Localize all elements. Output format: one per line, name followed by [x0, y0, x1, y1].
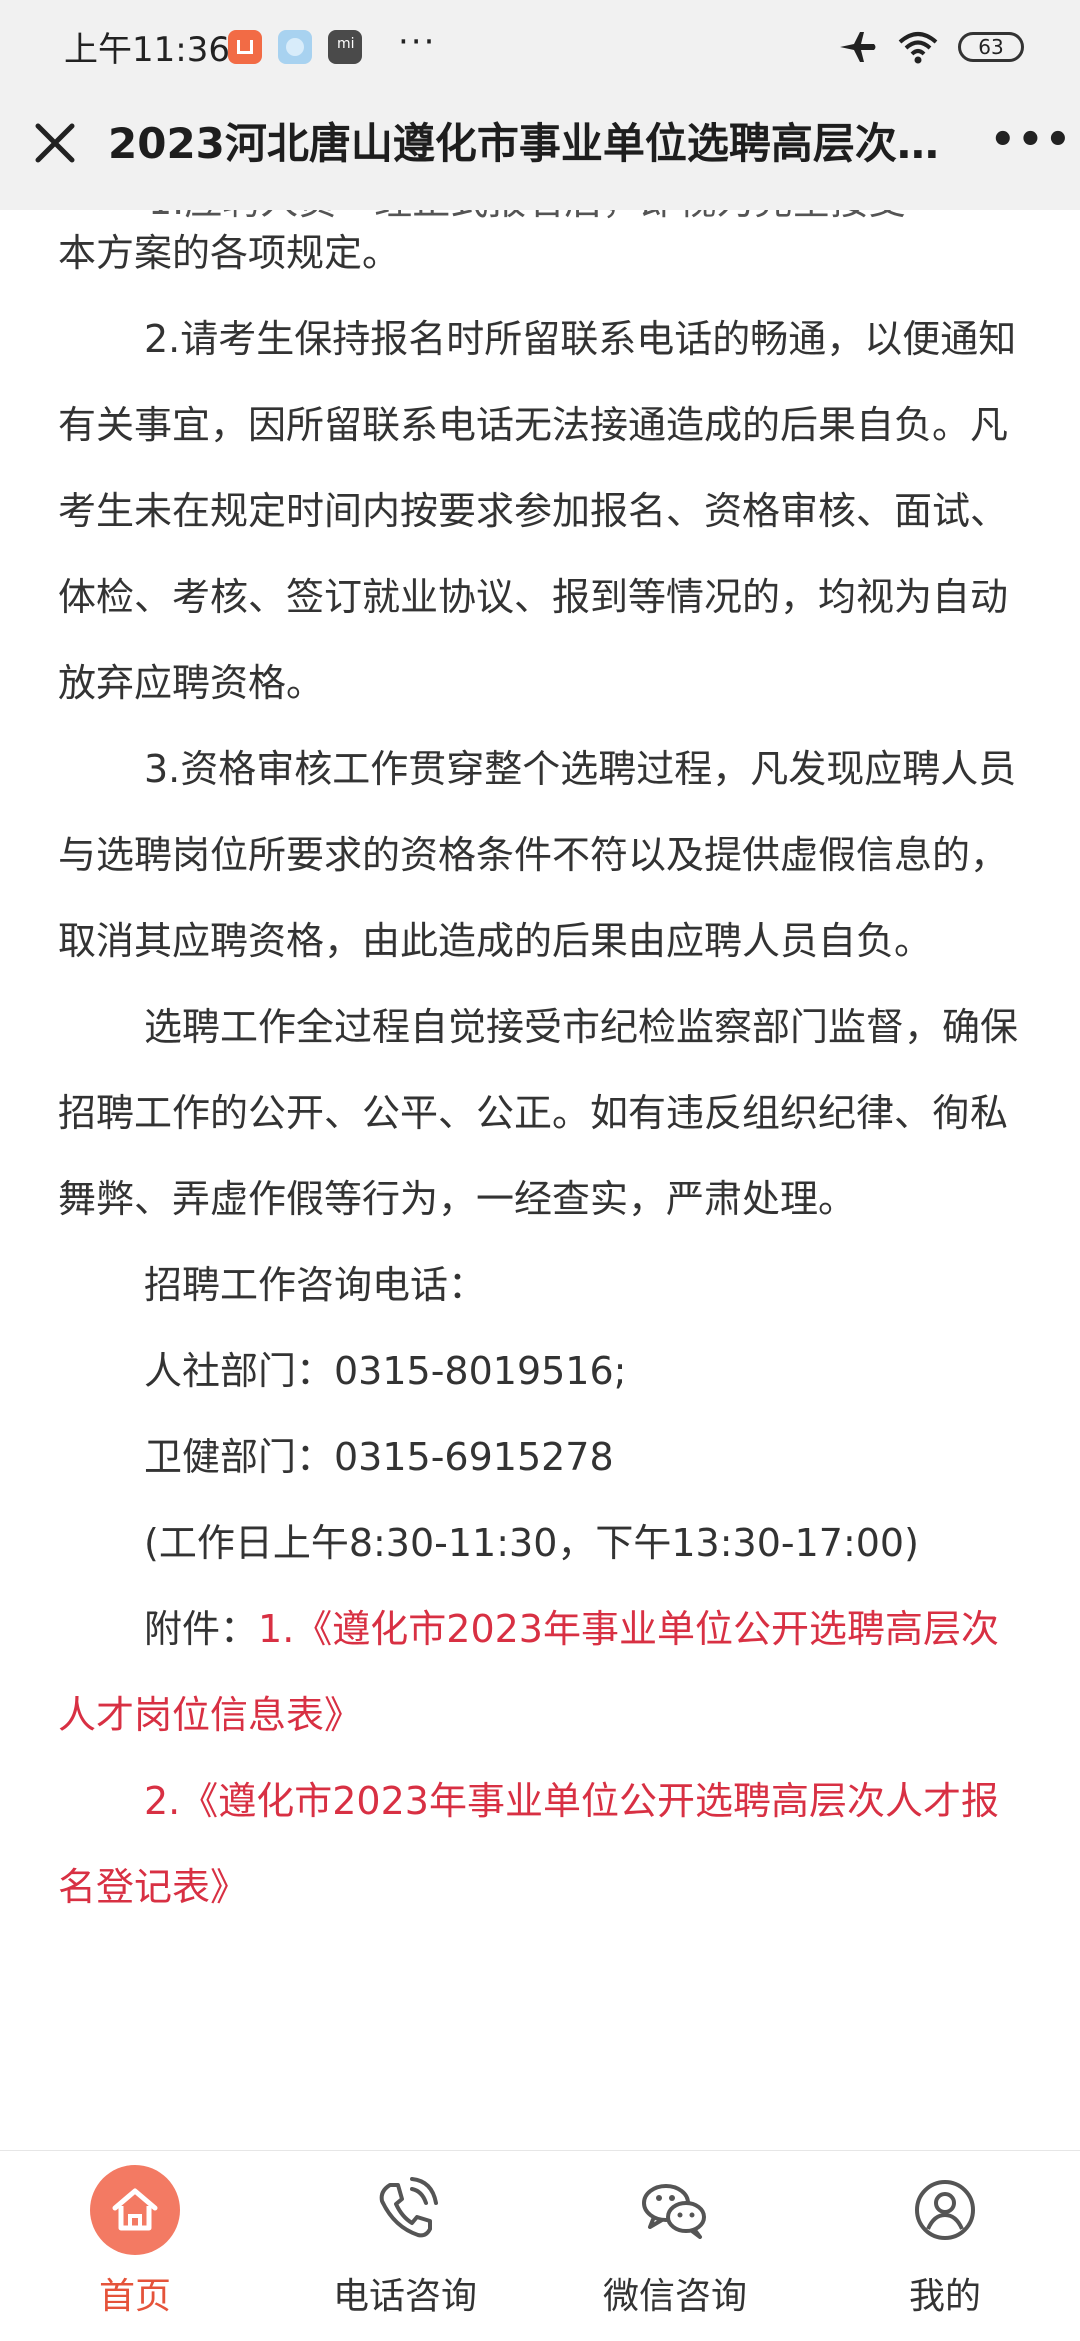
working-hours: (工作日上午8:30-11:30，下午13:30-17:00): [144, 1521, 919, 1565]
attachment-label: 附件：: [144, 1607, 259, 1651]
title-bar: 2023河北唐山遵化市事业单位选聘高层次人才公告 •••: [0, 96, 1080, 210]
paragraph: 3.资格审核工作贯穿整个选聘过程，凡发现应聘人员与选聘岗位所要求的资格条件不符以…: [58, 747, 1017, 963]
wechat-icon: [630, 2165, 720, 2255]
attachment-line: 2.《遵化市2023年事业单位公开选聘高层次人才报名登记表》: [58, 1758, 1020, 1930]
wifi-icon: [898, 32, 938, 64]
paragraph: 选聘工作全过程自觉接受市纪检监察部门监督，确保招聘工作的公开、公平、公正。如有违…: [58, 1005, 1019, 1221]
more-options-button[interactable]: •••: [990, 120, 1071, 168]
nav-item-wechat[interactable]: 微信咨询: [540, 2151, 810, 2341]
article-content: 1.应聘人员一经正式报名后，即视为完全接受 本方案的各项规定。 2.请考生保持报…: [58, 210, 1020, 2150]
app-notification-icon: [278, 30, 312, 64]
bottom-nav: 首页 电话咨询 微信咨询 我的: [0, 2150, 1080, 2341]
app-notification-icon: [228, 30, 262, 64]
status-time: 上午11:36: [64, 30, 230, 70]
close-icon: [35, 123, 75, 163]
nav-label: 微信咨询: [602, 2276, 747, 2317]
attachment-line: 附件：1.《遵化市2023年事业单位公开选聘高层次人才岗位信息表》: [58, 1586, 1020, 1758]
home-icon: [90, 2165, 180, 2255]
contact-phone-health: 卫健部门：0315-6915278: [144, 1435, 614, 1479]
contact-phone-hr: 人社部门：0315-8019516;: [144, 1349, 627, 1393]
page-title: 2023河北唐山遵化市事业单位选聘高层次人才公告: [108, 119, 948, 168]
user-icon: [900, 2165, 990, 2255]
battery-icon: 63: [958, 32, 1024, 62]
status-icons: 63: [838, 30, 1024, 64]
mi-notification-icon: [328, 30, 362, 64]
contact-heading: 招聘工作咨询电话：: [144, 1263, 487, 1307]
paragraph: 2.请考生保持报名时所留联系电话的畅通，以便通知有关事宜，因所留联系电话无法接通…: [58, 317, 1017, 705]
nav-label: 首页: [98, 2276, 171, 2317]
nav-label: 我的: [908, 2276, 981, 2317]
nav-label: 电话咨询: [332, 2276, 477, 2317]
airplane-icon: [840, 32, 876, 62]
close-button[interactable]: [30, 118, 80, 168]
more-notifications-icon: ···: [398, 22, 437, 62]
attachment-link-2[interactable]: 2.《遵化市2023年事业单位公开选聘高层次人才报名登记表》: [58, 1779, 999, 1909]
partial-text: 1.应聘人员一经正式报名后，即视为完全接受: [148, 210, 906, 244]
nav-item-phone[interactable]: 电话咨询: [270, 2151, 540, 2341]
nav-item-home[interactable]: 首页: [0, 2151, 270, 2341]
status-bar: 上午11:36 ··· 63: [0, 0, 1080, 96]
phone-icon: [360, 2165, 450, 2255]
nav-item-me[interactable]: 我的: [810, 2151, 1080, 2341]
